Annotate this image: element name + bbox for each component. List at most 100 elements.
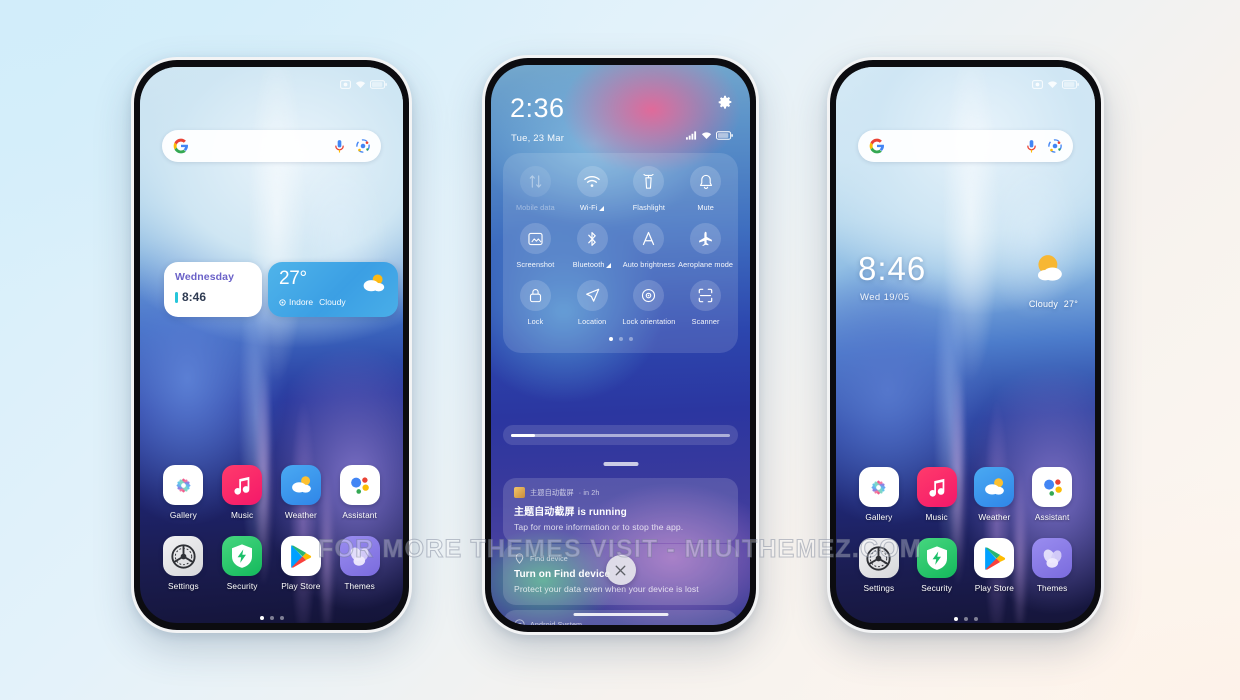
lockscreen-weather-condition: Cloudy xyxy=(1028,299,1059,309)
app-themes[interactable]: Themes xyxy=(330,536,389,591)
page-dot[interactable] xyxy=(618,337,623,341)
qs-tile-flashlight[interactable]: Flashlight xyxy=(621,166,678,212)
shade-clock: 2:36 xyxy=(510,93,565,123)
quick-settings-panel: Mobile data Wi-Fi Flashlight Mute Screen… xyxy=(503,153,738,353)
app-play-store[interactable]: Play Store xyxy=(966,538,1024,593)
qs-tile-label: Aeroplane mode xyxy=(678,260,734,269)
home-indicator[interactable] xyxy=(573,613,668,616)
weather-icon[interactable] xyxy=(280,465,321,505)
qs-tile-lock[interactable]: Lock xyxy=(507,280,564,326)
qs-tile-scanner[interactable]: Scanner xyxy=(677,280,734,326)
qs-tile-wi-fi[interactable]: Wi-Fi xyxy=(564,166,621,212)
qs-tile-label: Flashlight xyxy=(632,203,665,212)
clear-all-notifications-button[interactable] xyxy=(605,555,636,585)
google-lens-icon[interactable] xyxy=(1048,139,1062,153)
google-search-bar[interactable] xyxy=(858,130,1073,162)
themes-icon[interactable] xyxy=(1032,538,1073,578)
auto-brightness-icon xyxy=(633,223,665,254)
page-dot[interactable] xyxy=(259,616,264,620)
themes-icon[interactable] xyxy=(339,536,380,576)
app-security[interactable]: Security xyxy=(908,538,966,593)
app-themes[interactable]: Themes xyxy=(1023,538,1081,593)
weather-widget[interactable]: 27° Indore Cloudy xyxy=(268,262,398,317)
settings-icon[interactable] xyxy=(163,536,204,576)
brightness-slider[interactable] xyxy=(503,425,738,445)
app-security[interactable]: Security xyxy=(213,536,272,591)
shade-drag-handle[interactable] xyxy=(603,462,638,466)
qs-tile-location[interactable]: Location xyxy=(564,280,621,326)
clock-widget-day: Wednesday xyxy=(175,271,235,283)
qs-tile-screenshot[interactable]: Screenshot xyxy=(507,223,564,269)
page-dot[interactable] xyxy=(279,616,284,620)
battery-icon xyxy=(1062,79,1079,89)
clock-widget[interactable]: Wednesday 8:46 xyxy=(164,262,262,317)
notification-card[interactable]: 主题自动截屏 · in 2h 主题自动截屏 is running Tap for… xyxy=(503,478,738,543)
page-dot[interactable] xyxy=(973,617,978,621)
notification-title: 主题自动截屏 is running xyxy=(514,507,627,518)
app-music[interactable]: Music xyxy=(908,467,966,522)
app-label: Play Store xyxy=(974,583,1015,593)
rotation-lock-icon xyxy=(633,280,665,311)
find-device-icon xyxy=(515,553,524,564)
settings-gear-icon[interactable] xyxy=(717,95,733,116)
app-play-store[interactable]: Play Store xyxy=(272,536,331,591)
qs-tile-label: Bluetooth xyxy=(573,260,612,269)
settings-icon[interactable] xyxy=(858,538,899,578)
page-indicator-dots xyxy=(836,617,1095,621)
microphone-icon[interactable] xyxy=(1026,139,1037,154)
sun-cloud-icon xyxy=(363,274,385,292)
phone-3-status-bar xyxy=(836,76,1095,92)
app-weather[interactable]: Weather xyxy=(966,467,1024,522)
weather-icon[interactable] xyxy=(974,467,1015,507)
qs-tile-auto-brightness[interactable]: Auto brightness xyxy=(621,223,678,269)
qs-tile-label: Scanner xyxy=(691,317,720,326)
assistant-icon[interactable] xyxy=(1032,467,1073,507)
scanner-icon xyxy=(690,280,722,311)
page-dot[interactable] xyxy=(953,617,958,621)
page-dot[interactable] xyxy=(628,337,633,341)
qs-tile-label: Auto brightness xyxy=(622,260,675,269)
play-store-icon[interactable] xyxy=(974,538,1015,578)
app-settings[interactable]: Settings xyxy=(850,538,908,593)
clock-widget-accent-bar xyxy=(175,291,178,303)
page-dot[interactable] xyxy=(608,337,613,341)
mobile-data-icon xyxy=(519,166,551,197)
wifi-icon xyxy=(355,80,366,88)
phone-1-home-screen: Wednesday 8:46 27° Indore Cloudy Gallery… xyxy=(131,57,412,633)
app-music[interactable]: Music xyxy=(213,465,272,520)
app-weather[interactable]: Weather xyxy=(272,465,331,520)
phone-1-bezel: Wednesday 8:46 27° Indore Cloudy Gallery… xyxy=(134,60,409,630)
play-store-icon[interactable] xyxy=(280,536,321,576)
notification-app-name: 主题自动截屏 xyxy=(530,487,574,497)
battery-icon xyxy=(716,131,733,140)
qs-tile-aeroplane-mode[interactable]: Aeroplane mode xyxy=(677,223,734,269)
page-dot[interactable] xyxy=(269,616,274,620)
qs-tile-mobile-data[interactable]: Mobile data xyxy=(507,166,564,212)
app-label: Themes xyxy=(344,581,375,591)
app-gallery[interactable]: Gallery xyxy=(850,467,908,522)
clock-widget-time: 8:46 xyxy=(182,290,207,304)
music-icon[interactable] xyxy=(916,467,957,507)
flashlight-icon xyxy=(633,166,665,197)
gallery-icon[interactable] xyxy=(163,465,204,505)
security-icon[interactable] xyxy=(222,536,263,576)
security-icon[interactable] xyxy=(916,538,957,578)
microphone-icon[interactable] xyxy=(334,139,345,154)
app-label: Gallery xyxy=(865,512,893,522)
shade-date: Tue, 23 Mar xyxy=(511,133,565,144)
qs-tile-lock-orientation[interactable]: Lock orientation xyxy=(621,280,678,326)
lockscreen-date: Wed 19/05 xyxy=(860,292,910,303)
google-search-bar[interactable] xyxy=(162,130,381,162)
music-icon[interactable] xyxy=(222,465,263,505)
gallery-icon[interactable] xyxy=(858,467,899,507)
app-assistant[interactable]: Assistant xyxy=(1023,467,1081,522)
app-gallery[interactable]: Gallery xyxy=(154,465,213,520)
app-label: Settings xyxy=(167,581,199,591)
app-settings[interactable]: Settings xyxy=(154,536,213,591)
qs-tile-mute[interactable]: Mute xyxy=(677,166,734,212)
qs-tile-bluetooth[interactable]: Bluetooth xyxy=(564,223,621,269)
page-dot[interactable] xyxy=(963,617,968,621)
google-lens-icon[interactable] xyxy=(356,139,370,153)
assistant-icon[interactable] xyxy=(339,465,380,505)
app-assistant[interactable]: Assistant xyxy=(330,465,389,520)
